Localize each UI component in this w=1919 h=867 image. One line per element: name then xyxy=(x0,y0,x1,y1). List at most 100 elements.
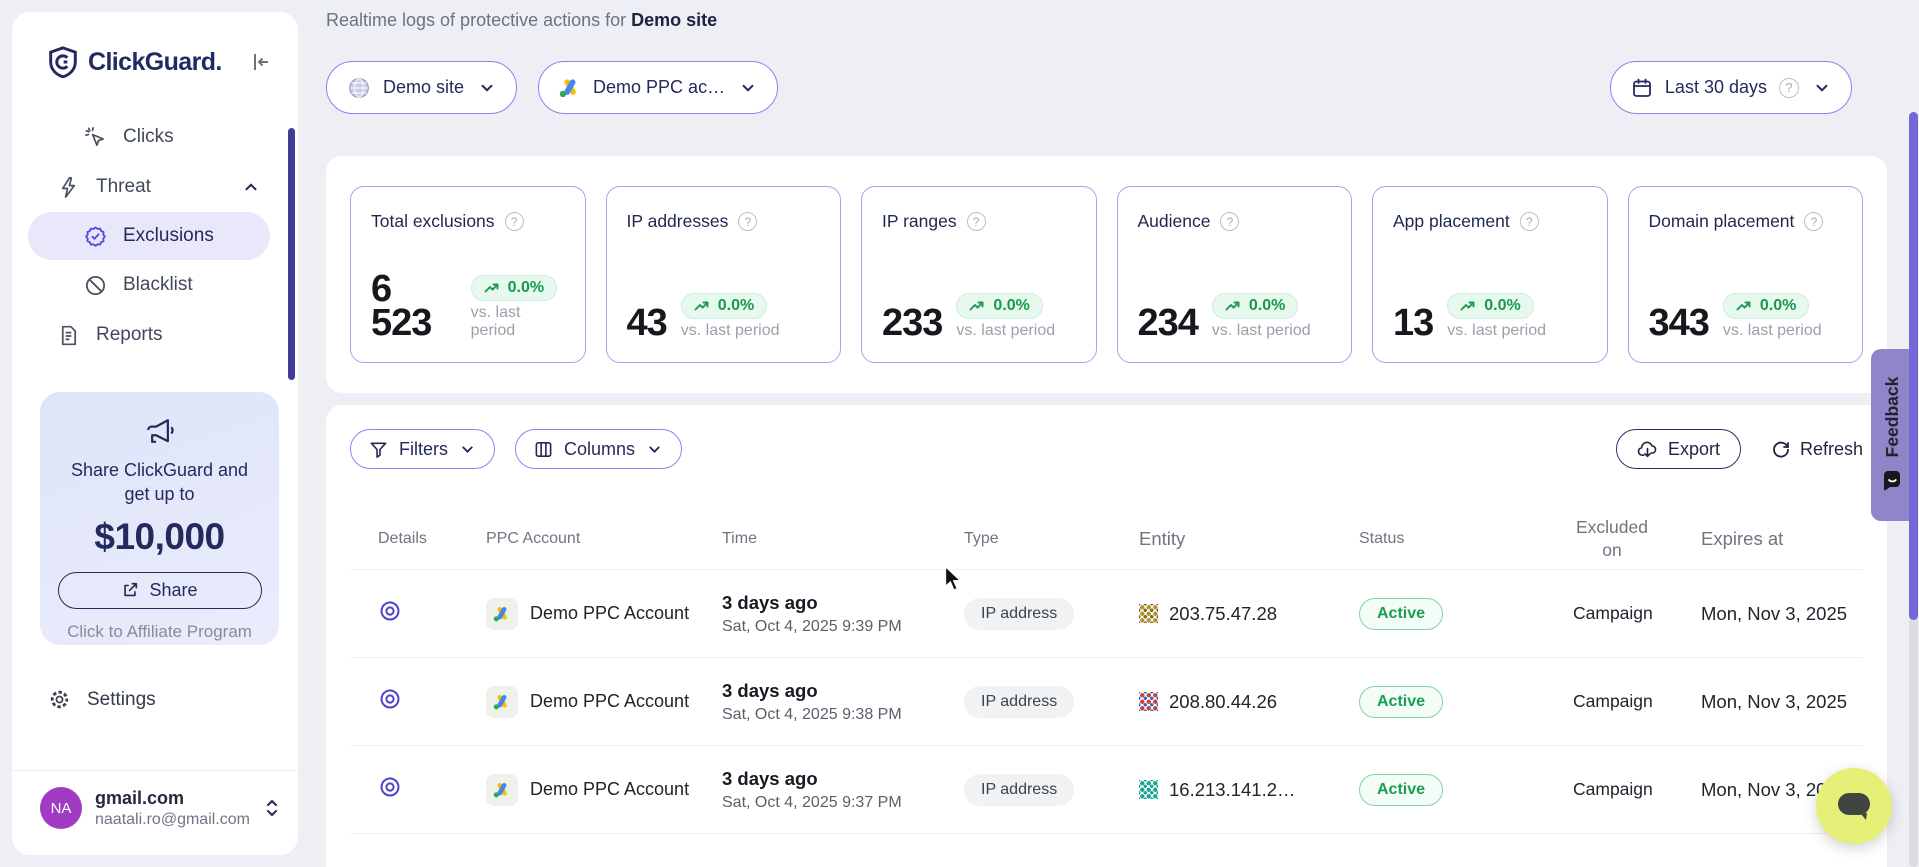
time-relative: 3 days ago xyxy=(722,768,958,790)
app-title: ClickGuard. xyxy=(88,48,222,77)
help-icon[interactable] xyxy=(1220,212,1239,231)
sidebar-item-clicks[interactable]: Clicks xyxy=(12,112,298,162)
trend-badge: 0.0% xyxy=(681,293,767,319)
settings-label: Settings xyxy=(87,689,156,711)
prohibit-icon xyxy=(84,274,107,297)
site-selector[interactable]: Demo site xyxy=(326,61,517,114)
table-toolbar: Filters Columns Export xyxy=(350,429,1863,469)
sidebar-item-label: Blacklist xyxy=(123,274,193,296)
columns-button[interactable]: Columns xyxy=(515,429,682,469)
sidebar-item-label: Reports xyxy=(96,324,163,346)
filters-button[interactable]: Filters xyxy=(350,429,495,469)
status-badge: Active xyxy=(1359,774,1443,806)
sidebar-item-settings[interactable]: Settings xyxy=(48,688,156,711)
google-ads-icon xyxy=(486,598,518,630)
sidebar-item-threat[interactable]: Threat xyxy=(12,162,298,212)
column-header-entity[interactable]: Entity xyxy=(1133,528,1353,550)
refresh-button[interactable]: Refresh xyxy=(1771,439,1863,460)
account-switcher[interactable]: NA gmail.com naatali.ro@gmail.com xyxy=(12,770,298,829)
column-header-status[interactable]: Status xyxy=(1353,530,1553,548)
stat-value: 13 xyxy=(1393,306,1433,340)
chevron-up-icon[interactable] xyxy=(242,178,260,196)
help-icon[interactable] xyxy=(1520,212,1539,231)
export-button[interactable]: Export xyxy=(1616,429,1741,469)
status-badge: Active xyxy=(1359,686,1443,718)
ppc-account-name: Demo PPC Account xyxy=(530,779,689,800)
chat-launcher-button[interactable] xyxy=(1816,768,1892,844)
stat-label: Audience xyxy=(1138,211,1211,232)
stat-card: IP ranges 233 0.0% vs. last period xyxy=(861,186,1097,363)
excluded-on-cell: Campaign xyxy=(1553,602,1671,625)
megaphone-icon xyxy=(143,416,177,448)
stat-label: Total exclusions xyxy=(371,211,495,232)
time-relative: 3 days ago xyxy=(722,680,958,702)
column-header-type[interactable]: Type xyxy=(958,530,1133,548)
affiliate-promo-card[interactable]: Share ClickGuard and get up to $10,000 S… xyxy=(40,392,279,645)
trend-up-icon xyxy=(694,300,711,313)
column-header-expires-at[interactable]: Expires at xyxy=(1671,528,1863,550)
help-icon[interactable] xyxy=(967,212,986,231)
trend-badge: 0.0% xyxy=(471,275,557,301)
status-badge: Active xyxy=(1359,598,1443,630)
feedback-tab[interactable]: Feedback xyxy=(1871,349,1913,521)
table-header-row: Details PPC Account Time Type Entity Sta… xyxy=(350,509,1863,570)
help-icon[interactable] xyxy=(1779,78,1799,98)
stat-value: 43 xyxy=(627,306,667,340)
sidebar-item-blacklist[interactable]: Blacklist xyxy=(12,260,298,310)
view-details-icon[interactable] xyxy=(378,687,402,711)
column-header-ppc-account[interactable]: PPC Account xyxy=(480,530,715,548)
collapse-sidebar-icon[interactable] xyxy=(248,50,272,74)
entity-identicon xyxy=(1139,604,1158,623)
view-details-icon[interactable] xyxy=(378,775,402,799)
ppc-account-selector[interactable]: Demo PPC ac… xyxy=(538,61,778,114)
time-relative: 3 days ago xyxy=(722,592,958,614)
ppc-account-name: Demo PPC Account xyxy=(530,691,689,712)
sidebar-scrollbar[interactable] xyxy=(288,128,295,380)
time-absolute: Sat, Oct 4, 2025 9:39 PM xyxy=(722,618,958,636)
promo-amount: $10,000 xyxy=(40,516,279,558)
table-row: 3 days ago xyxy=(350,834,1863,867)
column-header-excluded-on[interactable]: Excluded on xyxy=(1553,516,1671,562)
cursor-click-icon xyxy=(84,126,107,149)
stat-label: IP addresses xyxy=(627,211,729,232)
stat-label: App placement xyxy=(1393,211,1510,232)
help-icon[interactable] xyxy=(1804,212,1823,231)
column-header-details[interactable]: Details xyxy=(350,530,480,548)
entity-value: 208.80.44.26 xyxy=(1169,691,1277,713)
sidebar-item-label: Threat xyxy=(96,176,151,198)
cloud-download-icon xyxy=(1637,440,1658,459)
time-cell: 3 days ago Sat, Oct 4, 2025 9:37 PM xyxy=(715,768,958,812)
help-icon[interactable] xyxy=(738,212,757,231)
trend-up-icon xyxy=(969,300,986,313)
share-button[interactable]: Share xyxy=(58,572,262,609)
time-cell: 3 days ago Sat, Oct 4, 2025 9:39 PM xyxy=(715,592,958,636)
page-scrollbar-thumb[interactable] xyxy=(1909,112,1918,620)
stat-label: IP ranges xyxy=(882,211,957,232)
chevron-down-icon xyxy=(646,441,663,458)
calendar-icon xyxy=(1631,77,1653,99)
feedback-label: Feedback xyxy=(1882,377,1903,458)
trend-badge: 0.0% xyxy=(956,293,1042,319)
stat-card: IP addresses 43 0.0% vs. last period xyxy=(606,186,842,363)
column-header-time[interactable]: Time xyxy=(715,530,958,548)
stat-card: Total exclusions 6 523 0.0% vs. last per… xyxy=(350,186,586,363)
time-absolute: Sat, Oct 4, 2025 9:38 PM xyxy=(722,706,958,724)
trend-caption: vs. last period xyxy=(681,322,780,340)
expires-at-cell: Mon, Nov 3, 2025 xyxy=(1671,691,1863,713)
sidebar-item-reports[interactable]: Reports xyxy=(12,310,298,360)
excluded-on-cell: Campaign xyxy=(1553,778,1671,801)
external-link-icon xyxy=(121,581,139,599)
google-ads-icon xyxy=(559,78,581,98)
view-details-icon[interactable] xyxy=(378,599,402,623)
page-subtitle: Realtime logs of protective actions for … xyxy=(326,10,717,31)
stat-value: 233 xyxy=(882,306,942,340)
sidebar-item-exclusions[interactable]: Exclusions xyxy=(28,212,270,260)
entity-identicon xyxy=(1139,780,1158,799)
date-range-value: Last 30 days xyxy=(1665,77,1767,98)
stat-value: 6 523 xyxy=(371,272,457,340)
promo-caption: Click to Affiliate Program xyxy=(40,622,279,642)
lightning-icon xyxy=(57,176,80,199)
help-icon[interactable] xyxy=(505,212,524,231)
stat-value: 234 xyxy=(1138,306,1198,340)
date-range-selector[interactable]: Last 30 days xyxy=(1610,61,1852,114)
